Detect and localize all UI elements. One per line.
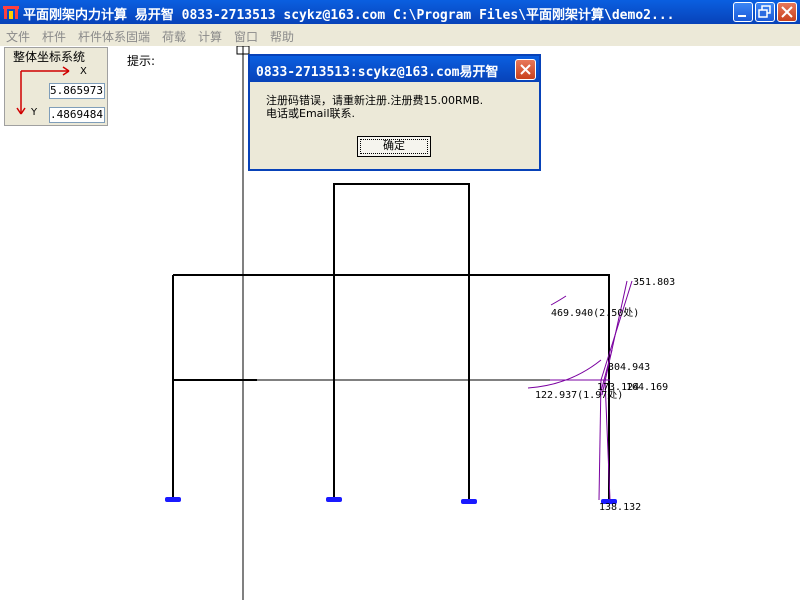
hint-label: 提示:: [127, 54, 156, 68]
restore-icon: [758, 5, 771, 18]
registration-error-dialog: 0833-2713513:scykz@163.com易开智 注册码错误，请重新注…: [248, 54, 541, 171]
window-title: 平面刚架内力计算 易开智 0833-2713513 scykz@163.com …: [23, 8, 675, 23]
menu-window[interactable]: 窗口: [234, 28, 258, 45]
app-frame-icon: [3, 6, 19, 19]
x-coordinate-field: 5.865973: [49, 83, 105, 99]
close-icon: [520, 64, 531, 75]
force-labels: 351.803 469.940(2.50处) 304.943 173.124 1…: [535, 277, 675, 513]
label-base: 138.132: [599, 502, 641, 513]
supports: [165, 497, 617, 504]
dialog-title-bar: 0833-2713513:scykz@163.com易开智: [250, 56, 539, 82]
minimize-button[interactable]: [733, 2, 753, 22]
label-low: 122.937(1.97处): [535, 389, 623, 401]
y-axis-label: Y: [31, 107, 38, 118]
support-1: [165, 497, 181, 502]
minimize-icon: [738, 15, 746, 17]
y-coordinate-field: .4869484: [49, 107, 105, 123]
coordinate-panel-title: 整体坐标系统: [12, 48, 87, 65]
dialog-message: 注册码错误，请重新注册.注册费15.00RMB. 电话或Email联系.: [266, 94, 484, 120]
label-v1: 304.943: [608, 362, 650, 373]
support-2: [326, 497, 342, 502]
restore-button[interactable]: [755, 2, 775, 22]
menu-members[interactable]: 杆件: [42, 28, 66, 45]
x-axis-label: X: [80, 66, 87, 77]
label-mid: 469.940(2.50处): [551, 307, 639, 319]
menu-bar: 文件 杆件 杆件体系固端 荷载 计算 窗口 帮助: [0, 24, 800, 46]
top-storey-frame: [333, 183, 470, 275]
coordinate-panel: 整体坐标系统 X Y 5.865973 .4869484: [4, 47, 108, 126]
menu-fixed-end[interactable]: 杆件体系固端: [78, 28, 150, 45]
title-bar: 平面刚架内力计算 易开智 0833-2713513 scykz@163.com …: [0, 0, 800, 24]
dialog-title: 0833-2713513:scykz@163.com易开智: [256, 65, 499, 80]
menu-loads[interactable]: 荷载: [162, 28, 186, 45]
label-v3: 164.169: [626, 382, 668, 393]
frame-structure: [172, 183, 610, 502]
dialog-close-button[interactable]: [515, 59, 536, 80]
menu-file[interactable]: 文件: [6, 28, 30, 45]
menu-calculate[interactable]: 计算: [198, 28, 222, 45]
menu-help[interactable]: 帮助: [270, 28, 294, 45]
ok-button[interactable]: 确定: [357, 136, 431, 157]
label-top: 351.803: [633, 277, 675, 288]
close-icon: [781, 6, 793, 18]
support-3: [461, 499, 477, 504]
close-button[interactable]: [777, 2, 797, 22]
